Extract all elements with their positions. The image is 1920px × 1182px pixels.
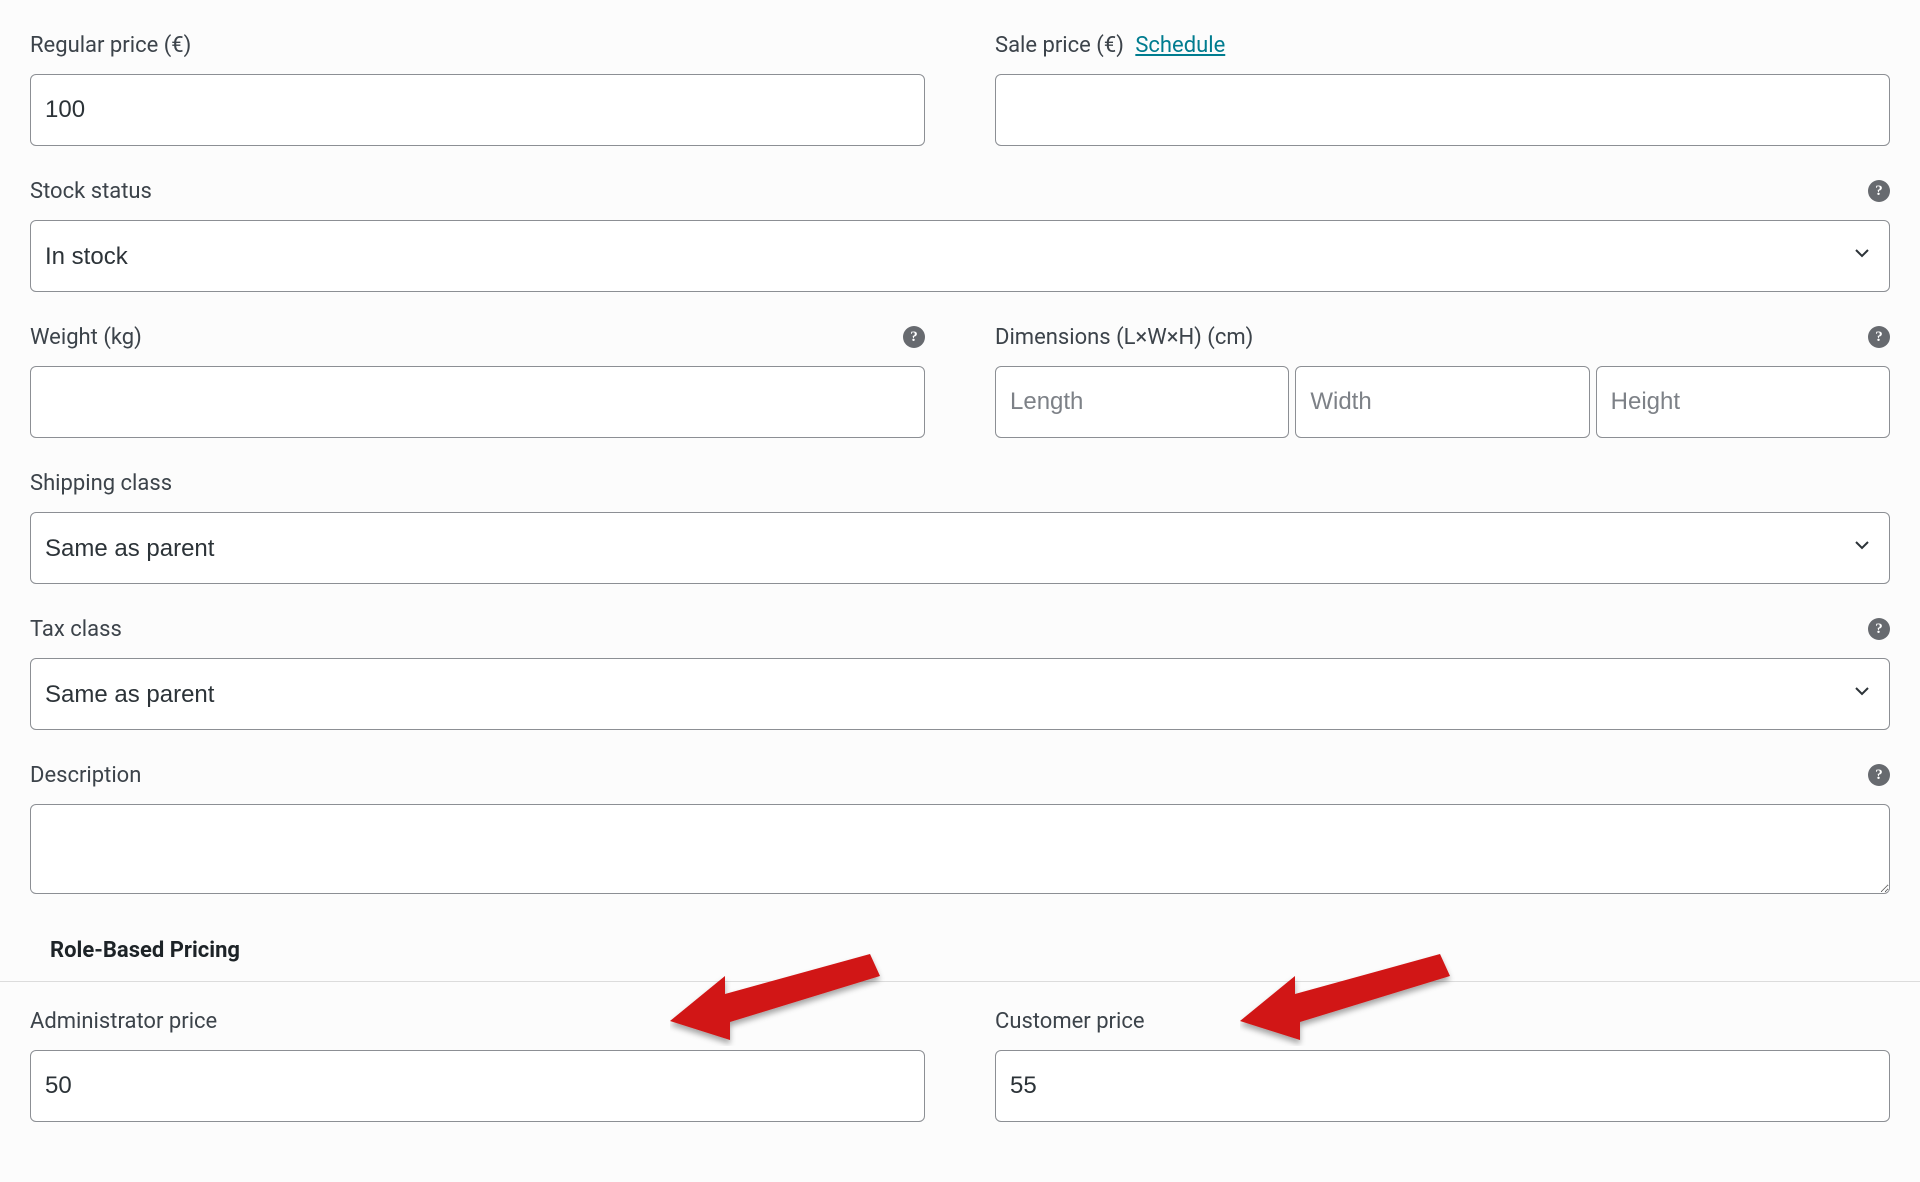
customer-price-input[interactable] xyxy=(995,1050,1890,1122)
role-pricing-heading: Role-Based Pricing xyxy=(0,924,1920,982)
weight-field-wrap: Weight (kg) ? xyxy=(30,322,925,438)
help-icon[interactable]: ? xyxy=(1868,326,1890,348)
sale-price-input[interactable] xyxy=(995,74,1890,146)
dimensions-label: Dimensions (L×W×H) (cm) xyxy=(995,325,1253,350)
shipping-class-label: Shipping class xyxy=(30,471,172,496)
description-textarea[interactable] xyxy=(30,804,1890,894)
role-pricing-row: Administrator price Customer price xyxy=(30,1006,1890,1122)
admin-price-field-wrap: Administrator price xyxy=(30,1006,925,1122)
description-row: Description ? xyxy=(30,760,1890,894)
help-icon[interactable]: ? xyxy=(903,326,925,348)
weight-label: Weight (kg) xyxy=(30,325,142,350)
length-input[interactable] xyxy=(995,366,1289,438)
description-label: Description xyxy=(30,763,141,788)
stock-status-label: Stock status xyxy=(30,179,152,204)
weight-dimensions-row: Weight (kg) ? Dimensions (L×W×H) (cm) ? xyxy=(30,322,1890,438)
dimensions-field-wrap: Dimensions (L×W×H) (cm) ? xyxy=(995,322,1890,438)
weight-input[interactable] xyxy=(30,366,925,438)
customer-price-field-wrap: Customer price xyxy=(995,1006,1890,1122)
dimensions-inputs xyxy=(995,366,1890,438)
stock-status-select-wrap: In stock xyxy=(30,220,1890,292)
sale-price-label: Sale price (€) xyxy=(995,33,1124,58)
regular-price-label: Regular price (€) xyxy=(30,33,191,58)
admin-price-input[interactable] xyxy=(30,1050,925,1122)
shipping-class-select[interactable]: Same as parent xyxy=(30,512,1890,584)
price-row: Regular price (€) Sale price (€) Schedul… xyxy=(30,30,1890,146)
height-input[interactable] xyxy=(1596,366,1890,438)
stock-status-select[interactable]: In stock xyxy=(30,220,1890,292)
regular-price-input[interactable] xyxy=(30,74,925,146)
regular-price-field-wrap: Regular price (€) xyxy=(30,30,925,146)
width-input[interactable] xyxy=(1295,366,1589,438)
help-icon[interactable]: ? xyxy=(1868,618,1890,640)
shipping-class-row: Shipping class Same as parent xyxy=(30,468,1890,584)
help-icon[interactable]: ? xyxy=(1868,764,1890,786)
tax-class-label: Tax class xyxy=(30,617,122,642)
sale-price-field-wrap: Sale price (€) Schedule xyxy=(995,30,1890,146)
help-icon[interactable]: ? xyxy=(1868,180,1890,202)
stock-row: Stock status ? In stock xyxy=(30,176,1890,292)
schedule-link[interactable]: Schedule xyxy=(1135,33,1225,58)
tax-class-row: Tax class ? Same as parent xyxy=(30,614,1890,730)
tax-class-select[interactable]: Same as parent xyxy=(30,658,1890,730)
customer-price-label: Customer price xyxy=(995,1009,1145,1034)
product-data-panel: Regular price (€) Sale price (€) Schedul… xyxy=(0,0,1920,1182)
admin-price-label: Administrator price xyxy=(30,1009,217,1034)
